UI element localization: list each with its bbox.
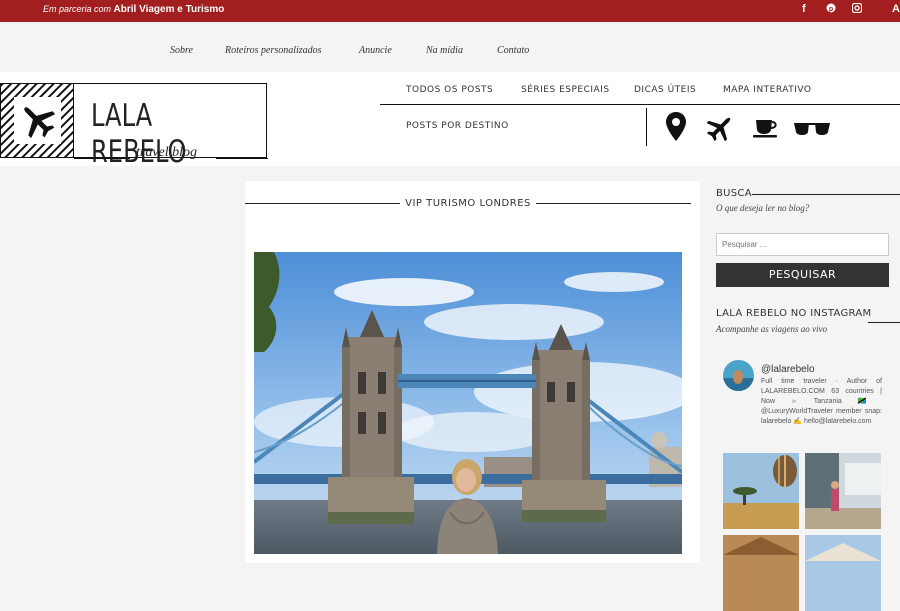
instagram-thumb[interactable]: [805, 535, 881, 611]
post-title-row: VIP TURISMO LONDRES: [245, 198, 691, 209]
instagram-thumb[interactable]: [723, 453, 799, 529]
instagram-username[interactable]: @lalarebelo: [761, 364, 815, 375]
nav-todos-os-posts[interactable]: TODOS OS POSTS: [406, 85, 493, 95]
secondary-nav: Sobre Roteiros personalizados Anuncie Na…: [0, 22, 900, 72]
instagram-thumb[interactable]: [805, 453, 881, 529]
map-pin-icon[interactable]: [665, 112, 687, 147]
partner-link[interactable]: Abril Viagem e Turismo: [114, 4, 225, 15]
nav-mapa-interativo[interactable]: MAPA INTERATIVO: [723, 85, 811, 95]
nav-icon-group: [646, 108, 830, 146]
top-bar: Em parceria com Abril Viagem e Turismo f…: [0, 0, 900, 22]
instagram-widget-title: LALA REBELO NO INSTAGRAM: [716, 308, 872, 319]
search-widget-subtitle: O que deseja ler no blog?: [716, 203, 810, 213]
nav-contato[interactable]: Contato: [497, 45, 529, 56]
instagram-bio: Full time traveler · Author of LALAREBEL…: [761, 378, 882, 425]
title-rule-right: [536, 203, 691, 204]
nav-series-especiais[interactable]: SÉRIES ESPECIAIS: [521, 85, 610, 95]
instagram-icon[interactable]: [851, 2, 863, 16]
partner-text: Em parceria com Abril Viagem e Turismo: [43, 4, 224, 15]
post-title[interactable]: VIP TURISMO LONDRES: [405, 198, 531, 209]
svg-text:p: p: [829, 6, 833, 13]
search-button[interactable]: PESQUISAR: [716, 263, 889, 287]
search-widget-title: BUSCA: [716, 188, 752, 199]
instagram-avatar[interactable]: [723, 360, 754, 391]
post-featured-image[interactable]: [254, 252, 682, 554]
nav-sobre[interactable]: Sobre: [170, 45, 193, 56]
site-header: LALA REBELO travel blog TODOS OS POSTS S…: [0, 72, 900, 170]
sidebar: BUSCA O que deseja ler no blog? PESQUISA…: [716, 181, 900, 611]
nav-roteiros[interactable]: Roteiros personalizados: [225, 45, 322, 56]
nav-posts-por-destino[interactable]: POSTS POR DESTINO: [406, 121, 509, 131]
title-rule-left: [245, 203, 400, 204]
logo-airplane-icon: [1, 84, 74, 157]
search-title-rule: [752, 194, 900, 195]
nav-dicas-uteis[interactable]: DICAS ÚTEIS: [634, 85, 696, 95]
partner-prefix: Em parceria com: [43, 4, 112, 14]
nav-na-midia[interactable]: Na mídia: [426, 45, 463, 56]
post-content: VIP TURISMO LONDRES: [245, 181, 700, 563]
facebook-icon[interactable]: f: [802, 3, 806, 15]
tagline-rule-right: [216, 158, 268, 159]
instagram-widget-subtitle: Acompanhe as viagens ao vivo: [716, 324, 827, 334]
sunglasses-icon[interactable]: [793, 121, 831, 142]
nav-anuncie[interactable]: Anuncie: [359, 45, 392, 56]
site-logo[interactable]: LALA REBELO travel blog: [0, 83, 268, 170]
extra-social-icon[interactable]: A: [892, 3, 900, 15]
instagram-thumb[interactable]: [723, 535, 799, 611]
logo-tagline: travel blog: [136, 145, 198, 160]
search-input[interactable]: [716, 233, 889, 256]
tagline-rule-left: [74, 158, 130, 159]
instagram-title-rule: [868, 322, 900, 323]
pinterest-icon[interactable]: p: [826, 3, 836, 16]
airplane-icon[interactable]: [705, 113, 735, 148]
coffee-cup-icon[interactable]: [753, 119, 781, 144]
